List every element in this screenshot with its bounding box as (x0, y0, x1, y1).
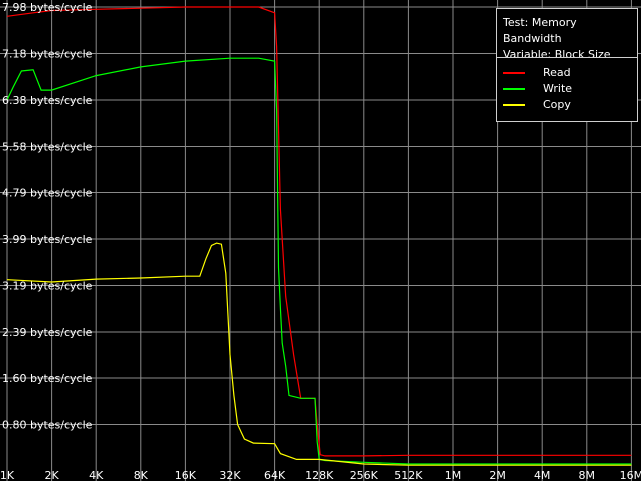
y-tick-label: 5.58 bytes/cycle (2, 141, 93, 154)
x-tick-labels: 1K 2K 4K 8K 16K 32K 64K 128K 256K 512K 1M 2M 4M 8M 16M (0, 469, 641, 481)
y-tick-label: 1.60 bytes/cycle (2, 372, 93, 385)
x-tick-label: 8M (579, 469, 596, 481)
y-tick-label: 6.38 bytes/cycle (2, 94, 93, 107)
legend-swatch-copy (503, 104, 525, 106)
legend-label-write: Write (543, 82, 573, 95)
legend-separator (497, 57, 637, 58)
legend-item-write: Write (503, 81, 631, 97)
legend-label-copy: Copy (543, 98, 571, 111)
y-tick-label: 3.19 bytes/cycle (2, 280, 93, 293)
y-tick-label: 7.98 bytes/cycle (2, 1, 93, 14)
x-tick-label: 4M (534, 469, 551, 481)
legend-variable-line: Variable: Block Size (503, 48, 611, 61)
x-tick-label: 1K (0, 469, 15, 481)
legend-item-copy: Copy (503, 97, 631, 113)
legend-swatch-write (503, 88, 525, 90)
y-tick-label: 3.99 bytes/cycle (2, 233, 93, 246)
legend-title: Test: Memory Bandwidth Variable: Block S… (503, 15, 637, 63)
legend-item-read: Read (503, 65, 631, 81)
x-tick-label: 16M (620, 469, 641, 481)
x-tick-label: 32K (219, 469, 241, 481)
x-tick-label: 16K (175, 469, 197, 481)
x-tick-label: 512K (394, 469, 423, 481)
x-tick-label: 256K (350, 469, 379, 481)
y-tick-label: 2.39 bytes/cycle (2, 326, 93, 339)
x-tick-label: 8K (134, 469, 149, 481)
legend-label-read: Read (543, 66, 571, 79)
x-tick-label: 2M (489, 469, 506, 481)
y-tick-label: 7.18 bytes/cycle (2, 48, 93, 61)
legend-swatch-read (503, 72, 525, 74)
y-tick-label: 4.79 bytes/cycle (2, 186, 93, 199)
legend-test-line: Test: Memory Bandwidth (503, 16, 577, 45)
y-tick-labels: 7.98 bytes/cycle 7.18 bytes/cycle 6.38 byt… (2, 1, 93, 431)
x-tick-label: 2K (44, 469, 59, 481)
y-tick-label: 0.80 bytes/cycle (2, 418, 93, 431)
legend: Test: Memory Bandwidth Variable: Block S… (496, 8, 638, 122)
x-tick-label: 64K (264, 469, 286, 481)
x-tick-label: 1M (445, 469, 462, 481)
x-tick-label: 4K (89, 469, 104, 481)
x-tick-label: 128K (305, 469, 334, 481)
